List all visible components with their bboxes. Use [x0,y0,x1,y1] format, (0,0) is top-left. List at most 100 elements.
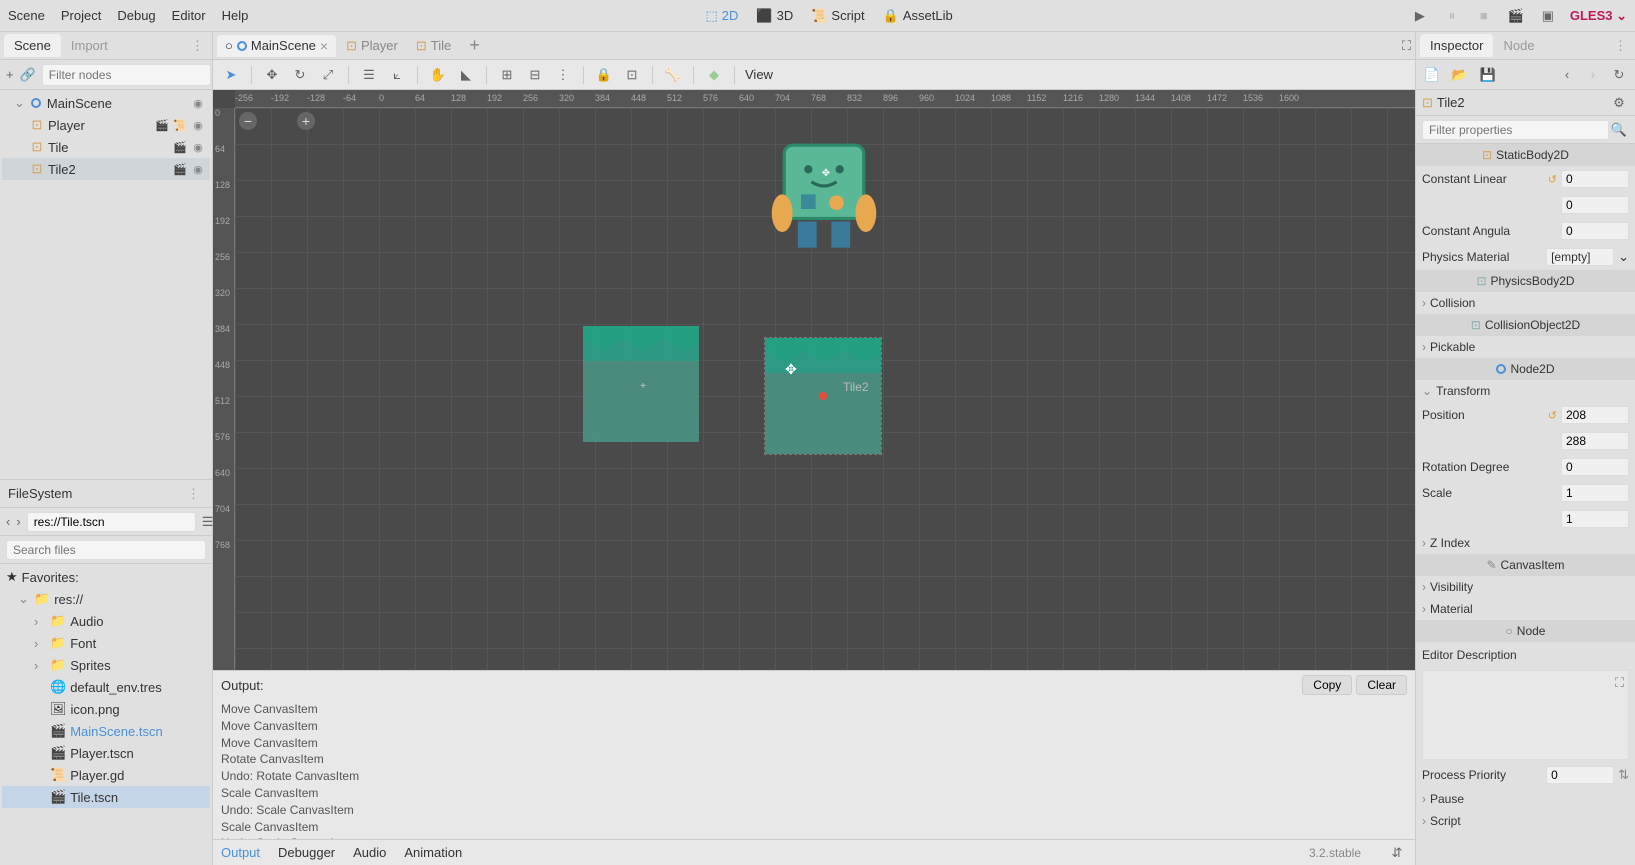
scene-filter-input[interactable] [42,64,211,86]
player-sprite[interactable] [769,140,879,255]
insp-fwd-icon[interactable]: › [1583,65,1603,85]
pan-tool-icon[interactable]: ✋ [428,65,448,85]
mode-3d[interactable]: ⬛ 3D [756,8,793,24]
mode-2d[interactable]: ⬚ 2D [706,8,739,24]
section-physicsbody[interactable]: ⊡PhysicsBody2D [1416,270,1635,292]
tree-item-player[interactable]: ⊡Player🎬📜◉ [2,114,210,136]
tab-scene[interactable]: Scene [4,34,61,57]
insp-new-icon[interactable]: 📄 [1422,65,1442,85]
constant-linear-y-input[interactable] [1561,196,1629,214]
section-node[interactable]: ○Node [1416,620,1635,642]
inspector-filter-input[interactable] [1422,120,1609,140]
insp-load-icon[interactable]: 📂 [1450,65,1470,85]
tab-node[interactable]: Node [1493,34,1544,57]
fs-options-icon[interactable]: ⋮ [183,486,204,502]
fs-item-default-env-tres[interactable]: 🌐default_env.tres [2,676,210,698]
renderer-select[interactable]: GLES3 ⌄ [1570,8,1627,24]
fs-item-tile-tscn[interactable]: 🎬Tile.tscn [2,786,210,808]
process-priority-input[interactable] [1546,766,1614,784]
fold-material[interactable]: ›Material [1416,598,1635,620]
fold-pickable[interactable]: ›Pickable [1416,336,1635,358]
tree-item-mainscene[interactable]: ⌄MainScene◉ [2,92,210,114]
bone-icon[interactable]: 🦴 [663,65,683,85]
fold-collision[interactable]: ›Collision [1416,292,1635,314]
scale-y-input[interactable] [1561,510,1629,528]
snap-icon[interactable]: ⊞ [497,65,517,85]
view-menu[interactable]: View [745,67,773,82]
tree-item-tile2[interactable]: ⊡Tile2🎬◉ [2,158,210,180]
rotate-tool-icon[interactable]: ↻ [290,65,310,85]
tab-debugger[interactable]: Debugger [278,845,335,860]
fold-visibility[interactable]: ›Visibility [1416,576,1635,598]
section-node2d[interactable]: Node2D [1416,358,1635,380]
measure-tool-icon[interactable]: ◣ [456,65,476,85]
constant-angular-input[interactable] [1561,222,1629,240]
tree-item-tile[interactable]: ⊡Tile🎬◉ [2,136,210,158]
zoom-in-icon[interactable]: + [297,112,315,130]
fs-path-input[interactable] [27,512,196,532]
spinner-icon[interactable]: ⇅ [1618,767,1629,783]
fold-transform[interactable]: ⌄Transform [1416,380,1635,402]
editor-description-input[interactable]: ⛶ [1422,670,1629,760]
insp-search-icon[interactable]: 🔍 [1609,120,1629,140]
2d-viewport[interactable]: -256-192-128-640641281922563203844485125… [213,90,1415,670]
fold-pause[interactable]: ›Pause [1416,788,1635,810]
close-tab-icon[interactable]: × [320,38,328,54]
menu-debug[interactable]: Debug [117,8,155,23]
scene-tab-tile[interactable]: ⊡ Tile [408,35,459,57]
panel-options-icon[interactable]: ⋮ [187,38,208,54]
fs-item-res---[interactable]: ⌄📁res:// [2,588,210,610]
fs-item-font[interactable]: ›📁Font [2,632,210,654]
snap-options-icon[interactable]: ⋮ [553,65,573,85]
inspector-options-icon[interactable]: ⋮ [1610,38,1631,54]
fs-item-mainscene-tscn[interactable]: 🎬MainScene.tscn [2,720,210,742]
insp-history-icon[interactable]: ↻ [1609,65,1629,85]
play-custom-button[interactable]: ▣ [1538,6,1558,26]
rotation-input[interactable] [1561,458,1629,476]
menu-help[interactable]: Help [222,8,249,23]
add-scene-tab[interactable]: + [461,35,488,56]
section-collisionobject[interactable]: ⊡CollisionObject2D [1416,314,1635,336]
scale-tool-icon[interactable]: ⤢ [318,65,338,85]
play-scene-button[interactable]: 🎬 [1506,6,1526,26]
tab-import[interactable]: Import [61,34,118,57]
scene-tab-player[interactable]: ⊡ Player [338,35,406,57]
mode-script[interactable]: 📜 Script [811,8,864,24]
section-canvasitem[interactable]: ✎CanvasItem [1416,554,1635,576]
copy-button[interactable]: Copy [1302,675,1352,695]
fold-script[interactable]: ›Script [1416,810,1635,832]
snap-grid-icon[interactable]: ⊟ [525,65,545,85]
tab-audio[interactable]: Audio [353,845,386,860]
insp-extra-icon[interactable]: ⚙ [1609,93,1629,113]
fs-item-sprites[interactable]: ›📁Sprites [2,654,210,676]
fs-item-player-gd[interactable]: 📜Player.gd [2,764,210,786]
scale-x-input[interactable] [1561,484,1629,502]
position-y-input[interactable] [1561,432,1629,450]
output-expand-icon[interactable]: ⇵ [1387,843,1407,863]
fs-search-input[interactable] [6,540,206,560]
position-x-input[interactable] [1561,406,1629,424]
tab-output[interactable]: Output [221,845,260,860]
play-button[interactable]: ▶ [1410,6,1430,26]
lock-icon[interactable]: 🔒 [594,65,614,85]
stop-button[interactable]: ■ [1474,6,1494,26]
expand-viewport-icon[interactable]: ⛶ [1402,38,1411,54]
menu-project[interactable]: Project [61,8,101,23]
tab-animation[interactable]: Animation [404,845,462,860]
fs-item-icon-png[interactable]: 🖼icon.png [2,698,210,720]
menu-editor[interactable]: Editor [172,8,206,23]
fs-favorites[interactable]: ★Favorites: [2,566,210,588]
reset-icon[interactable]: ↺ [1548,173,1557,186]
select-tool-icon[interactable]: ➤ [221,65,241,85]
chevron-down-icon[interactable]: ⌄ [1618,249,1629,265]
pause-button[interactable]: ⏸ [1442,6,1462,26]
clear-button[interactable]: Clear [1356,675,1407,695]
physics-material-select[interactable]: [empty] [1546,248,1614,266]
scene-tab-mainscene[interactable]: ○ MainScene × [217,35,336,57]
fold-zindex[interactable]: ›Z Index [1416,532,1635,554]
add-node-icon[interactable]: + [6,65,14,85]
reset-position-icon[interactable]: ↺ [1548,409,1557,422]
insp-back-icon[interactable]: ‹ [1557,65,1577,85]
fs-view-icon[interactable]: ☰ [202,512,214,532]
move-handle-icon[interactable]: ✥ [785,363,797,375]
